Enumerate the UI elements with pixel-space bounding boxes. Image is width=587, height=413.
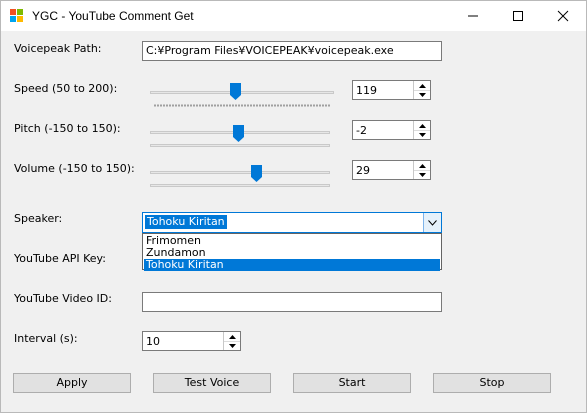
start-button[interactable]: Start: [293, 373, 411, 393]
speaker-label: Speaker:: [14, 212, 63, 225]
pitch-numeric[interactable]: -2: [352, 120, 431, 140]
volume-down-button[interactable]: [414, 170, 430, 179]
minimize-button[interactable]: [450, 1, 495, 31]
arrow-down-icon: [418, 172, 426, 177]
pitch-down-button[interactable]: [414, 130, 430, 139]
app-icon: [10, 9, 23, 22]
volume-value: 29: [356, 164, 370, 177]
minimize-icon: [467, 15, 478, 17]
speaker-selected-value: Tohoku Kiritan: [145, 215, 227, 229]
voicepeak-path-input[interactable]: C:¥Program Files¥VOICEPEAK¥voicepeak.exe: [142, 41, 442, 61]
arrow-down-icon: [228, 343, 236, 348]
speaker-dropdown-button[interactable]: [423, 213, 441, 232]
window-title: YGC - YouTube Comment Get: [32, 9, 194, 23]
pitch-slider-base: [150, 144, 330, 147]
arrow-down-icon: [418, 92, 426, 97]
arrow-up-icon: [418, 83, 426, 88]
pitch-slider-thumb[interactable]: [233, 125, 245, 142]
chevron-down-icon: [428, 219, 437, 226]
interval-down-button[interactable]: [224, 341, 240, 350]
youtube-video-id-label: YouTube Video ID:: [14, 292, 112, 305]
interval-label: Interval (s):: [14, 332, 78, 345]
youtube-api-key-label: YouTube API Key:: [14, 252, 106, 265]
pitch-label: Pitch (-150 to 150):: [14, 122, 121, 135]
speed-value: 119: [356, 84, 377, 97]
app-window: YGC - YouTube Comment Get Voicepeak Path…: [0, 0, 587, 413]
speed-down-button[interactable]: [414, 90, 430, 99]
apply-button[interactable]: Apply: [13, 373, 131, 393]
pitch-value: -2: [356, 124, 367, 137]
volume-slider-track: [150, 171, 330, 174]
voicepeak-path-label: Voicepeak Path:: [14, 42, 102, 55]
arrow-up-icon: [228, 334, 236, 339]
arrow-up-icon: [418, 123, 426, 128]
test-voice-button[interactable]: Test Voice: [153, 373, 271, 393]
interval-numeric[interactable]: 10: [142, 331, 241, 351]
youtube-video-id-input[interactable]: [142, 292, 442, 312]
speed-slider-track: [150, 91, 334, 94]
speaker-option-tohoku-kiritan[interactable]: Tohoku Kiritan: [144, 259, 440, 271]
speed-slider-thumb[interactable]: [229, 83, 241, 100]
speed-label: Speed (50 to 200):: [14, 82, 118, 95]
maximize-button[interactable]: [495, 1, 540, 31]
speaker-combobox[interactable]: Tohoku Kiritan: [142, 212, 442, 233]
speaker-dropdown-list: Frimomen Zundamon Tohoku Kiritan: [142, 233, 442, 271]
volume-numeric[interactable]: 29: [352, 160, 431, 180]
volume-slider-thumb[interactable]: [250, 165, 262, 182]
close-icon: [557, 10, 568, 22]
form-content: Voicepeak Path: C:¥Program Files¥VOICEPE…: [1, 31, 586, 412]
volume-label: Volume (-150 to 150):: [14, 162, 135, 175]
stop-button[interactable]: Stop: [433, 373, 551, 393]
interval-value: 10: [146, 335, 160, 348]
arrow-up-icon: [418, 163, 426, 168]
speed-numeric[interactable]: 119: [352, 80, 431, 100]
close-button[interactable]: [540, 1, 585, 31]
speed-slider-ticks: [154, 104, 330, 107]
volume-slider-base: [150, 184, 330, 187]
maximize-icon: [512, 11, 523, 21]
arrow-down-icon: [418, 132, 426, 137]
title-bar[interactable]: YGC - YouTube Comment Get: [1, 1, 586, 31]
